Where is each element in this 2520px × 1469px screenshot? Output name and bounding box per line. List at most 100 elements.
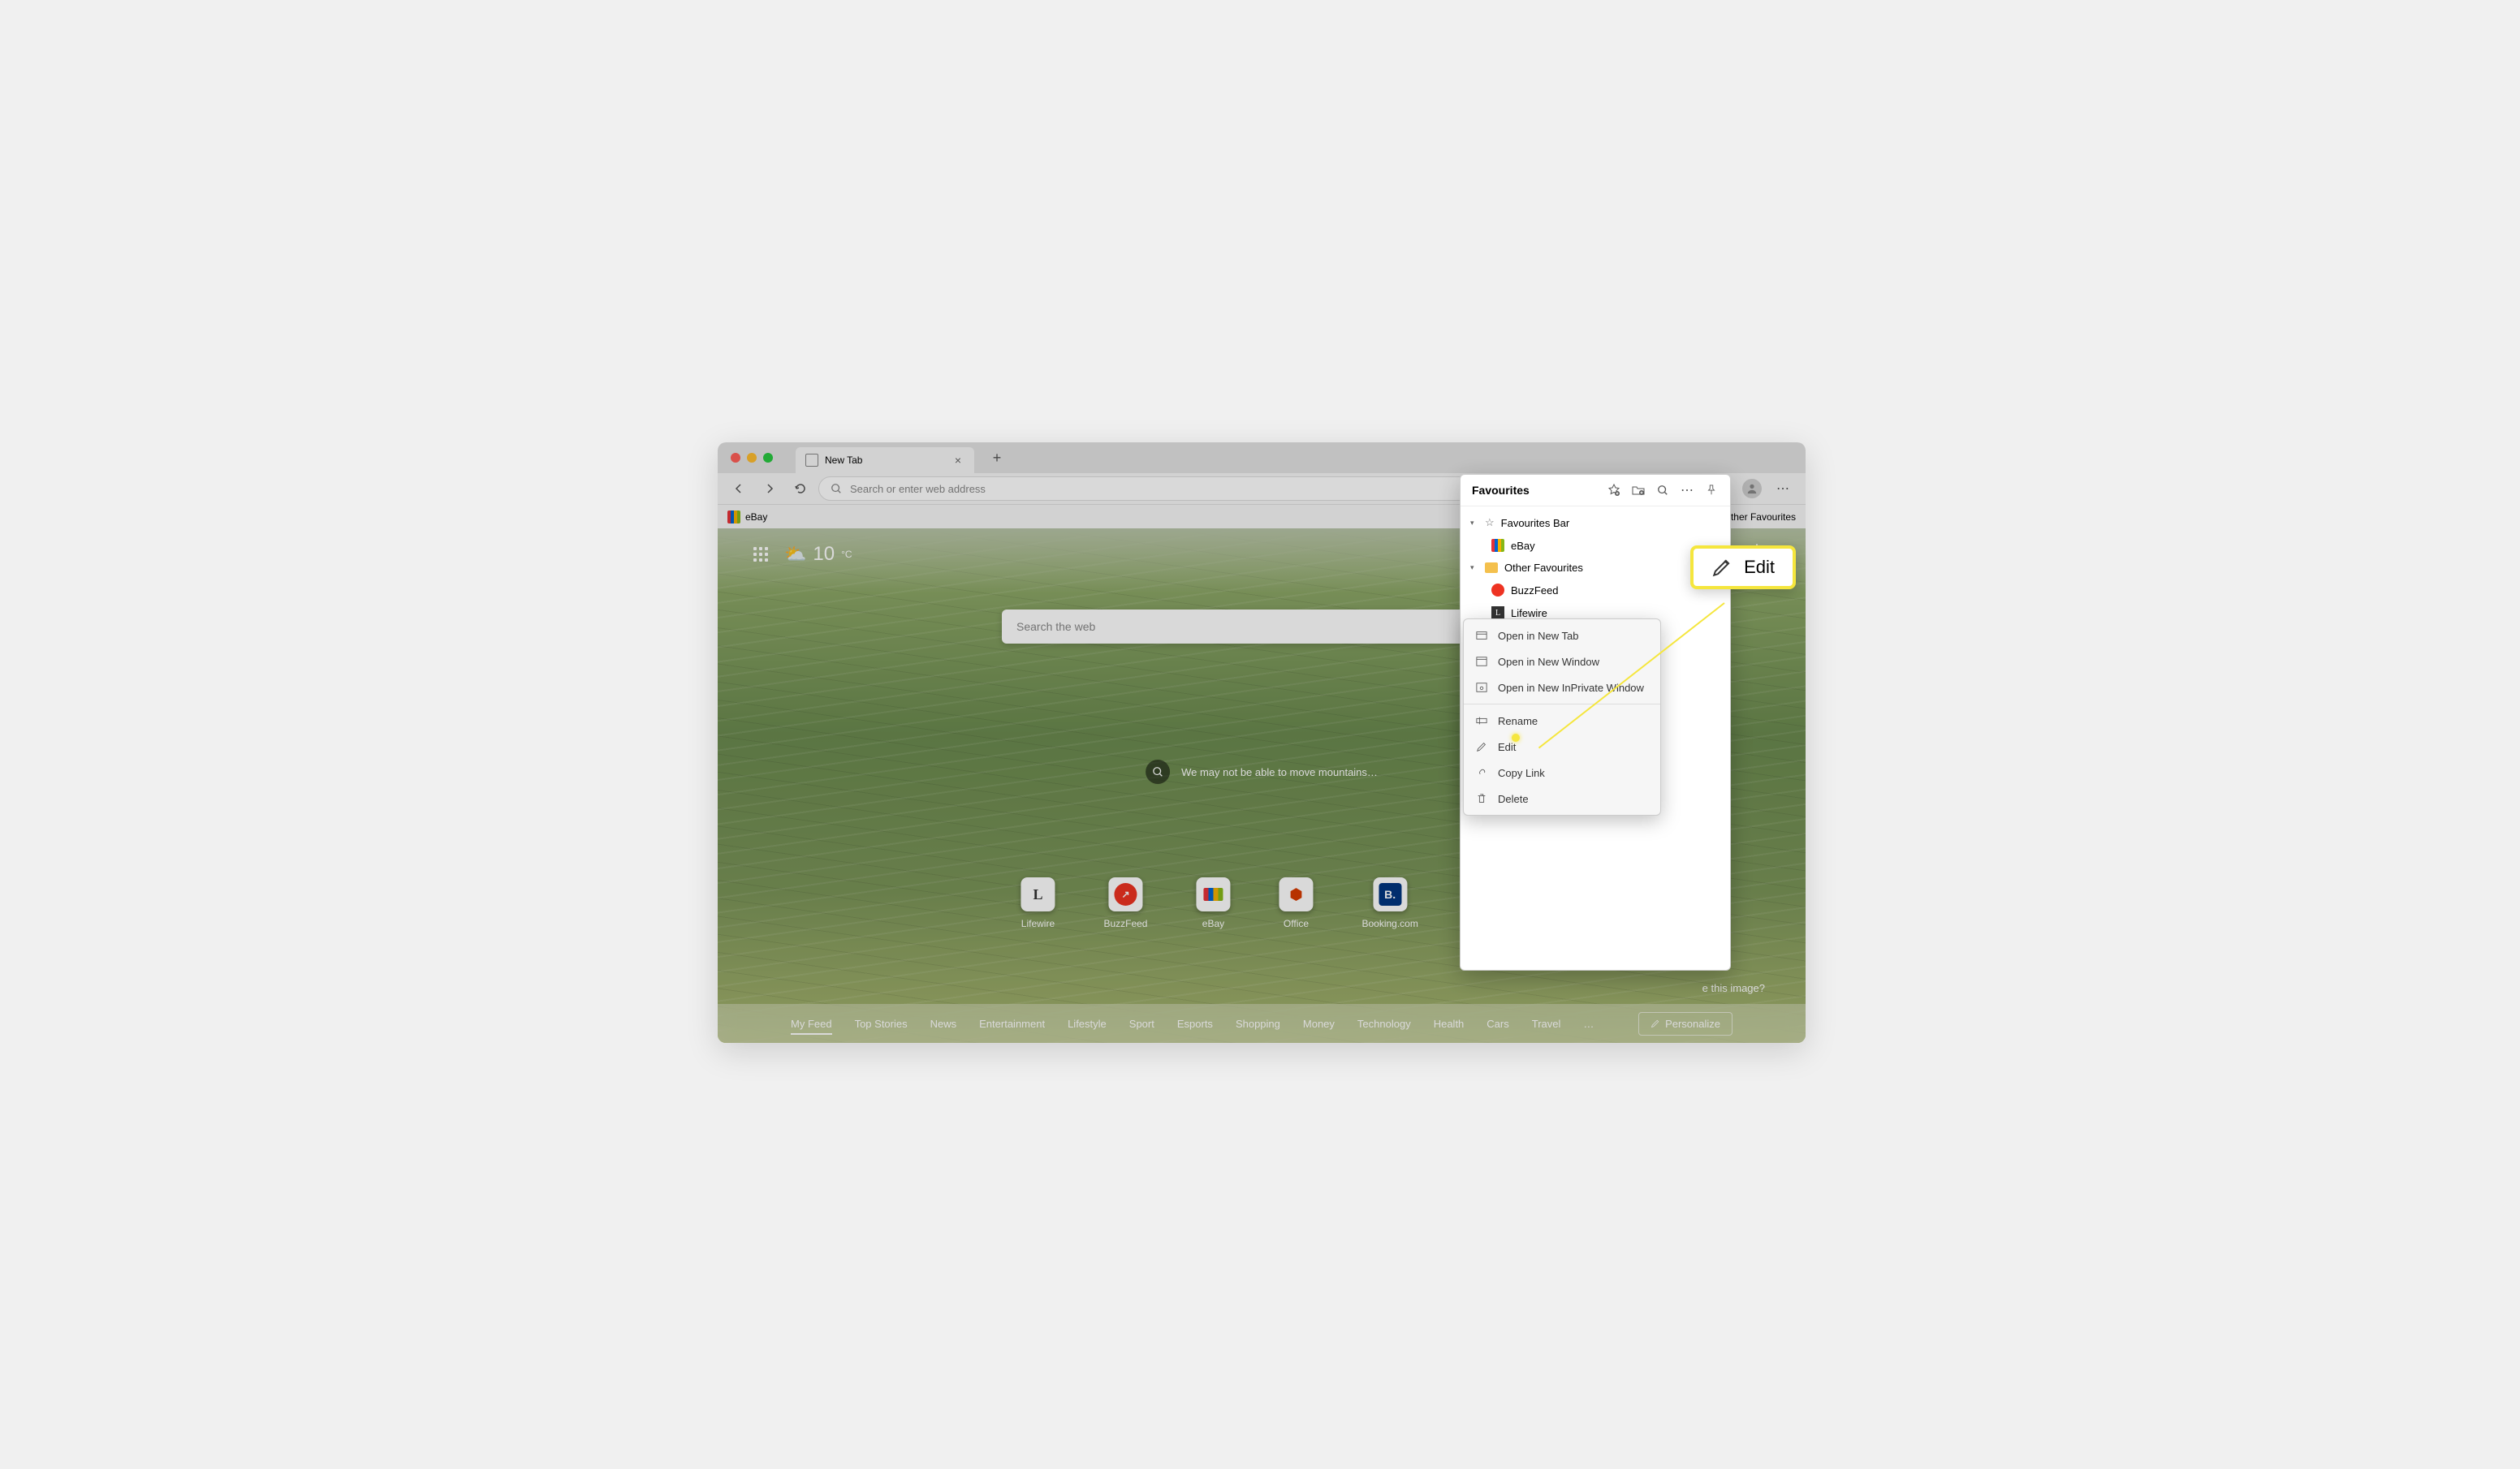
tab-close-button[interactable]: × bbox=[951, 454, 964, 467]
ctx-copy-link[interactable]: Copy Link bbox=[1464, 760, 1660, 786]
star-icon: ☆ bbox=[1485, 516, 1495, 529]
quick-links: L Lifewire ↗ BuzzFeed eBay ⬢ Office B. B… bbox=[1021, 877, 1502, 929]
tree-label: BuzzFeed bbox=[1511, 584, 1559, 597]
favourites-header: Favourites ⋯ bbox=[1461, 475, 1730, 506]
bookmark-label: eBay bbox=[745, 511, 767, 523]
feed-tab-travel[interactable]: Travel bbox=[1532, 1018, 1561, 1030]
browser-tab[interactable]: New Tab × bbox=[796, 447, 974, 473]
tile-ebay[interactable]: eBay bbox=[1196, 877, 1230, 929]
feed-tab-topstories[interactable]: Top Stories bbox=[855, 1018, 908, 1030]
address-placeholder: Search or enter web address bbox=[850, 483, 986, 495]
add-favourite-button[interactable] bbox=[1607, 483, 1621, 498]
web-search-box[interactable]: Search the web bbox=[1002, 610, 1521, 644]
tree-label: Favourites Bar bbox=[1501, 517, 1570, 529]
close-window-button[interactable] bbox=[731, 453, 740, 463]
feed-tab-cars[interactable]: Cars bbox=[1487, 1018, 1508, 1030]
rename-icon bbox=[1475, 714, 1488, 727]
search-favourites-button[interactable] bbox=[1655, 483, 1670, 498]
traffic-lights bbox=[731, 453, 773, 463]
feed-tab-myfeed[interactable]: My Feed bbox=[791, 1018, 832, 1035]
tab-favicon bbox=[805, 454, 818, 467]
link-icon bbox=[1475, 766, 1488, 779]
context-menu: Open in New Tab Open in New Window Open … bbox=[1463, 618, 1661, 816]
feed-tab-technology[interactable]: Technology bbox=[1357, 1018, 1411, 1030]
callout: Edit bbox=[1690, 545, 1796, 589]
expand-arrow-icon: ▾ bbox=[1470, 519, 1478, 528]
tile-label: Office bbox=[1284, 918, 1309, 929]
back-button[interactable] bbox=[726, 476, 752, 502]
tile-buzzfeed[interactable]: ↗ BuzzFeed bbox=[1103, 877, 1147, 929]
weather-widget[interactable]: ⛅ 10 °C bbox=[784, 543, 852, 566]
ctx-open-inprivate[interactable]: Open in New InPrivate Window bbox=[1464, 674, 1660, 700]
weather-icon: ⛅ bbox=[784, 544, 806, 565]
weather-unit: °C bbox=[841, 549, 852, 560]
tile-label: Lifewire bbox=[1021, 918, 1055, 929]
tile-label: eBay bbox=[1202, 918, 1224, 929]
feed-tab-news[interactable]: News bbox=[930, 1018, 957, 1030]
lifewire-icon: L bbox=[1491, 606, 1504, 619]
feed-bar: My Feed Top Stories News Entertainment L… bbox=[718, 1004, 1806, 1043]
tab-icon bbox=[1475, 629, 1488, 642]
ctx-open-new-tab[interactable]: Open in New Tab bbox=[1464, 622, 1660, 648]
ctx-open-new-window[interactable]: Open in New Window bbox=[1464, 648, 1660, 674]
folder-icon bbox=[1485, 562, 1498, 573]
profile-button[interactable] bbox=[1737, 476, 1767, 501]
avatar-icon bbox=[1742, 479, 1762, 498]
tab-title: New Tab bbox=[825, 454, 862, 466]
feed-tab-sport[interactable]: Sport bbox=[1129, 1018, 1154, 1030]
feed-tab-shopping[interactable]: Shopping bbox=[1236, 1018, 1280, 1030]
bookmark-ebay[interactable]: eBay bbox=[727, 510, 767, 523]
add-folder-button[interactable] bbox=[1631, 483, 1646, 498]
image-like-hint[interactable]: e this image? bbox=[1702, 982, 1765, 994]
forward-button[interactable] bbox=[757, 476, 783, 502]
weather-temp: 10 bbox=[813, 543, 835, 566]
inprivate-icon bbox=[1475, 681, 1488, 694]
tree-label: eBay bbox=[1511, 540, 1535, 552]
tile-label: BuzzFeed bbox=[1103, 918, 1147, 929]
ebay-icon bbox=[727, 510, 740, 523]
pencil-icon bbox=[1711, 557, 1732, 578]
trash-icon bbox=[1475, 792, 1488, 805]
tile-office[interactable]: ⬢ Office bbox=[1279, 877, 1313, 929]
feed-more-button[interactable]: … bbox=[1583, 1018, 1594, 1030]
pencil-icon bbox=[1651, 1019, 1660, 1028]
tree-label: Other Favourites bbox=[1504, 562, 1583, 574]
callout-label: Edit bbox=[1744, 557, 1775, 578]
favourites-title: Favourites bbox=[1472, 484, 1607, 497]
titlebar: New Tab × + bbox=[718, 442, 1806, 473]
pin-panel-button[interactable] bbox=[1704, 483, 1719, 498]
more-options-button[interactable]: ⋯ bbox=[1680, 483, 1694, 498]
maximize-window-button[interactable] bbox=[763, 453, 773, 463]
apps-grid-button[interactable] bbox=[753, 547, 768, 562]
search-placeholder: Search the web bbox=[1016, 620, 1095, 633]
search-icon bbox=[831, 483, 842, 494]
callout-dot bbox=[1512, 734, 1520, 742]
tile-booking[interactable]: B. Booking.com bbox=[1361, 877, 1418, 929]
personalize-button[interactable]: Personalize bbox=[1638, 1012, 1732, 1036]
refresh-button[interactable] bbox=[788, 476, 813, 502]
quote-widget[interactable]: We may not be able to move mountains… bbox=[1146, 760, 1378, 784]
tile-lifewire[interactable]: L Lifewire bbox=[1021, 877, 1055, 929]
feed-tab-money[interactable]: Money bbox=[1303, 1018, 1335, 1030]
bookmark-label: Other Favourites bbox=[1724, 511, 1796, 523]
tile-label: Booking.com bbox=[1361, 918, 1418, 929]
feed-tab-esports[interactable]: Esports bbox=[1177, 1018, 1213, 1030]
window-icon bbox=[1475, 655, 1488, 668]
settings-menu-button[interactable]: ⋯ bbox=[1768, 476, 1797, 501]
tree-favourites-bar[interactable]: ▾ ☆ Favourites Bar bbox=[1461, 511, 1730, 534]
personalize-label: Personalize bbox=[1665, 1018, 1720, 1030]
tree-label: Lifewire bbox=[1511, 607, 1547, 619]
buzzfeed-icon bbox=[1491, 584, 1504, 597]
ctx-delete[interactable]: Delete bbox=[1464, 786, 1660, 812]
quote-text: We may not be able to move mountains… bbox=[1181, 766, 1378, 778]
ebay-icon bbox=[1491, 539, 1504, 552]
feed-tab-health[interactable]: Health bbox=[1434, 1018, 1465, 1030]
quote-search-icon bbox=[1146, 760, 1170, 784]
feed-tab-lifestyle[interactable]: Lifestyle bbox=[1068, 1018, 1107, 1030]
expand-arrow-icon: ▾ bbox=[1470, 563, 1478, 572]
feed-tab-entertainment[interactable]: Entertainment bbox=[979, 1018, 1045, 1030]
pencil-icon bbox=[1475, 740, 1488, 753]
minimize-window-button[interactable] bbox=[747, 453, 757, 463]
ctx-edit[interactable]: Edit bbox=[1464, 734, 1660, 760]
new-tab-button[interactable]: + bbox=[986, 446, 1008, 469]
